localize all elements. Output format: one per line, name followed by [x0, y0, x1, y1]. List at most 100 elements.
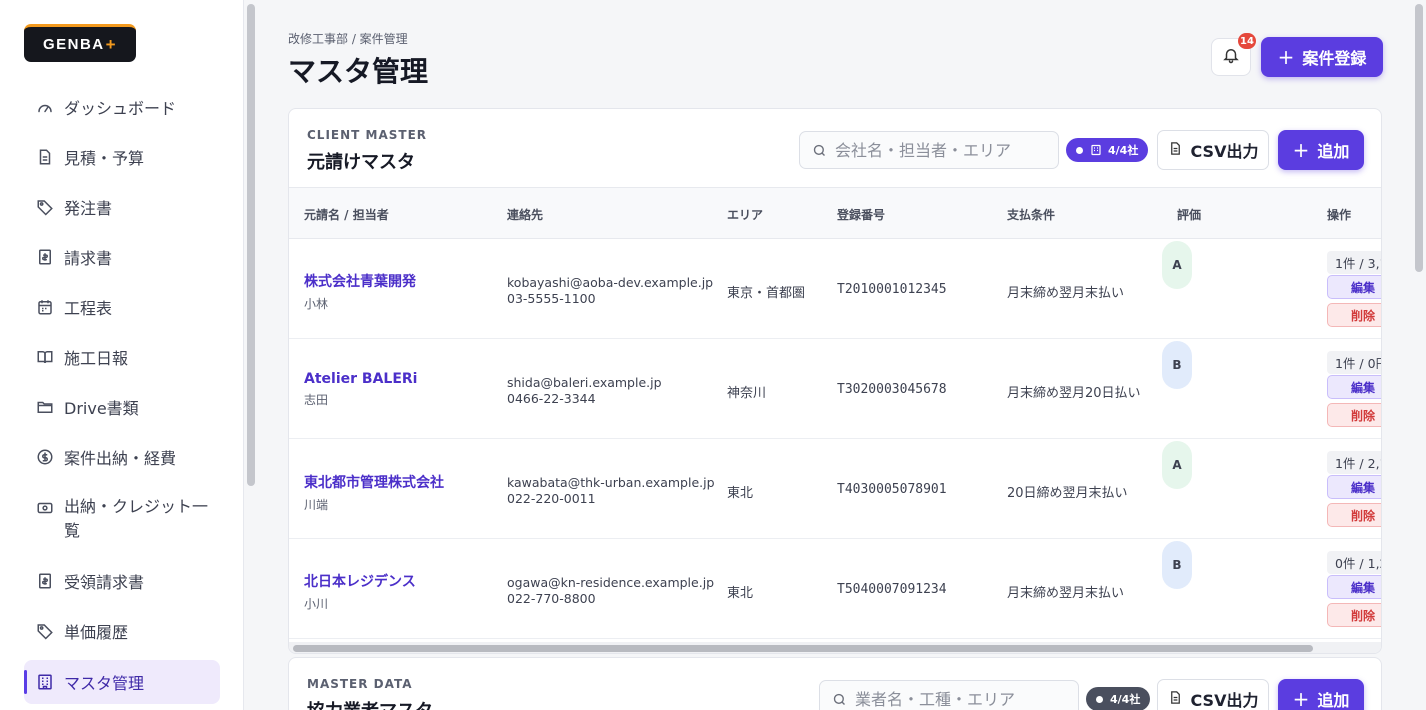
- file-icon: [1168, 690, 1183, 709]
- page-title: マスタ管理: [288, 55, 429, 88]
- add-label: 追加: [1317, 691, 1350, 710]
- edit-button[interactable]: 編集: [1327, 275, 1381, 299]
- contact-email: kawabata@thk-urban.example.jp: [507, 475, 715, 490]
- dollar-circle-icon: [34, 446, 56, 468]
- delete-button[interactable]: 削除: [1327, 603, 1381, 627]
- table-row[interactable]: 株式会社青葉開発 小林 kobayashi@aoba-dev.example.j…: [289, 239, 1381, 339]
- client-search-input[interactable]: [835, 140, 1045, 160]
- table-row[interactable]: Atelier BALERi 志田 shida@baleri.example.j…: [289, 339, 1381, 439]
- sidebar-scrollbar[interactable]: [247, 4, 255, 486]
- sidebar-item-label: 見積・予算: [64, 149, 145, 168]
- receipt-icon: [34, 570, 56, 592]
- rating-badge: A: [1162, 241, 1192, 289]
- edit-button[interactable]: 編集: [1327, 375, 1381, 399]
- sidebar-item-label: Drive書類: [64, 399, 139, 418]
- project-summary: 0件 / 1,2: [1327, 551, 1381, 574]
- row-actions: 1件 / 0円 編集 削除: [1311, 339, 1381, 439]
- card-title: 協力業者マスタ: [307, 697, 433, 710]
- contact-phone: 0466-22-3344: [507, 391, 596, 406]
- page-scrollbar[interactable]: [1415, 4, 1423, 272]
- area-cell: 東京・首都圏: [727, 286, 806, 301]
- client-name-link[interactable]: Atelier BALERi: [304, 371, 417, 387]
- search-icon: [812, 143, 827, 158]
- vendor-search-field[interactable]: [819, 680, 1079, 710]
- file-icon: [1168, 141, 1183, 160]
- new-project-label: 案件登録: [1302, 49, 1367, 68]
- receipt-icon: [34, 246, 56, 268]
- sidebar-item-master[interactable]: マスタ管理: [24, 660, 220, 704]
- status-dot: [1076, 146, 1083, 154]
- payment-terms: 月末締め翌月20日払い: [1007, 386, 1141, 401]
- csv-label: CSV出力: [1190, 691, 1259, 710]
- csv-export-button[interactable]: CSV出力: [1157, 679, 1269, 710]
- column-header: 登録番号: [837, 208, 886, 222]
- sidebar-item-label: 単価履歴: [64, 623, 129, 642]
- client-cell: 東北都市管理株式会社 川端: [304, 472, 444, 513]
- row-actions: 1件 / 2,1 編集 削除: [1311, 439, 1381, 539]
- client-name-link[interactable]: 東北都市管理株式会社: [304, 472, 444, 492]
- column-header: エリア: [727, 208, 764, 222]
- building-icon: [34, 671, 56, 693]
- area-cell: 東北: [727, 486, 754, 501]
- contact-email: shida@baleri.example.jp: [507, 375, 662, 390]
- contact-phone: 022-770-8800: [507, 591, 596, 606]
- delete-button[interactable]: 削除: [1327, 303, 1381, 327]
- column-header: 評価: [1177, 208, 1202, 222]
- sidebar-item-label: 発注書: [64, 199, 113, 218]
- contact-email: ogawa@kn-residence.example.jp: [507, 575, 715, 590]
- tag-icon: [34, 196, 56, 218]
- genba-logo[interactable]: GENBA +: [24, 24, 136, 62]
- new-project-button[interactable]: + 案件登録: [1261, 37, 1383, 77]
- sidebar-item-project-cash[interactable]: 案件出納・経費: [24, 445, 220, 469]
- sidebar-item-received-invoices[interactable]: 受領請求書: [24, 569, 220, 593]
- contact-cell: kobayashi@aoba-dev.example.jp 03-5555-11…: [507, 275, 713, 307]
- sidebar-item-estimates[interactable]: 見積・予算: [24, 145, 220, 169]
- edit-button[interactable]: 編集: [1327, 575, 1381, 599]
- area-cell: 神奈川: [727, 386, 767, 401]
- sidebar-item-label: 請求書: [64, 249, 113, 268]
- add-vendor-button[interactable]: + 追加: [1278, 679, 1364, 710]
- sidebar-item-invoices[interactable]: 請求書: [24, 245, 220, 269]
- sidebar-item-drive[interactable]: Drive書類: [24, 395, 220, 419]
- delete-button[interactable]: 削除: [1327, 403, 1381, 427]
- notification-count-badge: 14: [1238, 33, 1256, 49]
- building-icon: [1090, 144, 1102, 156]
- registration-number: T4030005078901: [837, 482, 947, 497]
- client-search-field[interactable]: [799, 131, 1059, 169]
- sidebar-item-price-history[interactable]: 単価履歴: [24, 619, 220, 643]
- csv-export-button[interactable]: CSV出力: [1157, 130, 1269, 170]
- table-horizontal-scrollbar[interactable]: [289, 642, 1381, 653]
- vendor-count-badge: 4/4社: [1086, 687, 1151, 710]
- scrollbar-thumb[interactable]: [293, 645, 1313, 652]
- vendor-search-input[interactable]: [855, 689, 1065, 709]
- add-client-button[interactable]: + 追加: [1278, 130, 1364, 170]
- sidebar-item-cash-credit[interactable]: 出納・クレジット一覧: [24, 495, 220, 545]
- client-name-link[interactable]: 株式会社青葉開発: [304, 271, 416, 291]
- sidebar-item-orders[interactable]: 発注書: [24, 195, 220, 219]
- table-row[interactable]: 東北都市管理株式会社 川端 kawabata@thk-urban.example…: [289, 439, 1381, 539]
- table-row[interactable]: 北日本レジデンス 小川 ogawa@kn-residence.example.j…: [289, 539, 1381, 639]
- count-label: 4/4社: [1110, 693, 1141, 706]
- delete-button[interactable]: 削除: [1327, 503, 1381, 527]
- sidebar-item-dashboard[interactable]: ダッシュボード: [24, 95, 220, 119]
- tag-icon: [34, 620, 56, 642]
- sidebar-item-label: 案件出納・経費: [64, 449, 177, 468]
- edit-button[interactable]: 編集: [1327, 475, 1381, 499]
- logo-plus: +: [105, 34, 118, 54]
- payment-terms: 20日締め翌月末払い: [1007, 486, 1128, 501]
- project-summary: 1件 / 0円: [1327, 351, 1381, 374]
- client-cell: 北日本レジデンス 小川: [304, 571, 416, 612]
- plus-icon: +: [1292, 687, 1310, 710]
- sidebar-item-schedule[interactable]: 工程表: [24, 295, 220, 319]
- client-name-link[interactable]: 北日本レジデンス: [304, 571, 416, 591]
- rating-badge: B: [1162, 341, 1192, 389]
- contact-cell: shida@baleri.example.jp 0466-22-3344: [507, 375, 662, 407]
- client-person: 川端: [304, 498, 329, 512]
- folder-icon: [34, 396, 56, 418]
- sidebar-item-daily-report[interactable]: 施工日報: [24, 345, 220, 369]
- sidebar-item-label: ダッシュボード: [64, 99, 177, 118]
- card-title: 元請けマスタ: [307, 152, 415, 173]
- table-header: 元請名 / 担当者 連絡先 エリア 登録番号 支払条件 評価 操作: [289, 187, 1381, 239]
- contact-phone: 03-5555-1100: [507, 291, 596, 306]
- sidebar: GENBA + ダッシュボード 見積・予算 発注書 請求書 工程表 施工日報 Dr…: [0, 0, 244, 710]
